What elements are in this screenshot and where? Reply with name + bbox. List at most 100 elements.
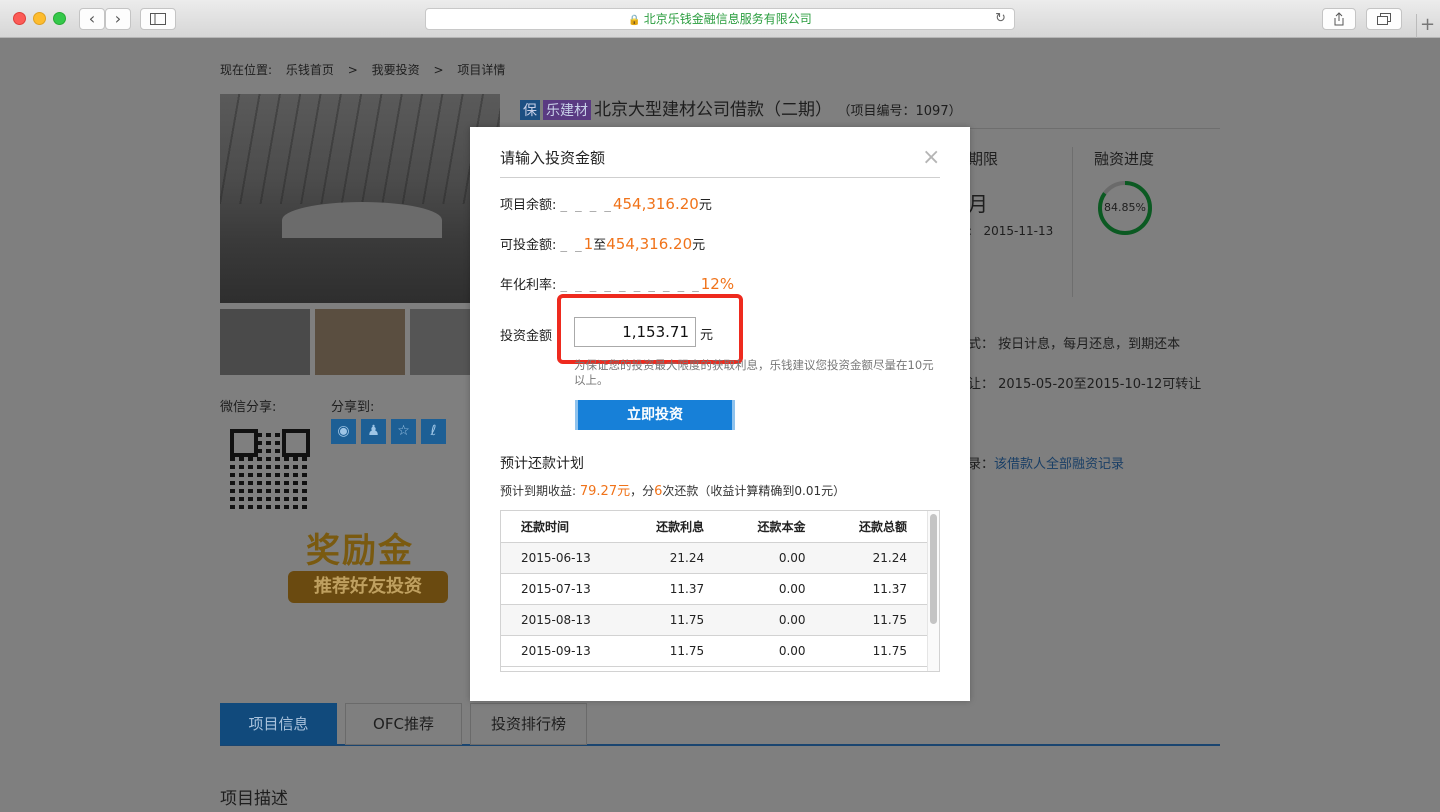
breadcrumb-sep: > <box>433 63 444 77</box>
divider <box>500 177 940 178</box>
guarantee-tag: 保 <box>520 100 540 120</box>
unit: 元 <box>698 198 712 213</box>
rate-row: 年化利率: _ _ _ _ _ _ _ _ _ _12% <box>500 274 734 293</box>
table-row: 2015-06-13 21.24 0.00 21.24 <box>501 542 927 574</box>
rate-value: 12% <box>700 275 735 293</box>
plan-title: 预计还款计划 <box>500 456 584 472</box>
table-cell: 0.00 <box>724 635 826 667</box>
table-header: 还款总额 <box>825 511 927 543</box>
share-to-label: 分享到: <box>331 400 375 415</box>
project-photo <box>220 94 500 303</box>
invest-now-button[interactable]: 立即投资 <box>575 400 735 430</box>
period-label: 期限 <box>968 150 999 168</box>
breadcrumb-invest[interactable]: 我要投资 <box>372 63 420 77</box>
table-cell: 0.00 <box>724 604 826 636</box>
sidebar-icon <box>150 13 166 25</box>
share-button[interactable] <box>1322 8 1356 30</box>
close-icon[interactable]: × <box>922 147 940 169</box>
progress-value: 84.85% <box>1104 201 1146 214</box>
table-cell: 2015-07-13 <box>501 573 623 605</box>
period-value: 月 <box>968 192 988 216</box>
table-row: 2015-08-13 11.75 0.00 11.75 <box>501 604 927 636</box>
thumbnail[interactable] <box>220 309 310 375</box>
photo-thumbnails <box>220 309 470 375</box>
sidebar-button[interactable] <box>140 8 176 30</box>
balance-row: 项目余额: _ _ _ _454,316.20元 <box>500 194 712 213</box>
forward-button[interactable]: › <box>105 8 131 30</box>
qq-icon[interactable]: ♟ <box>361 419 386 444</box>
table-cell: 11.37 <box>825 573 927 605</box>
tab-project-info[interactable]: 项目信息 <box>220 703 337 745</box>
reward-banner[interactable]: 奖励金 推荐好友投资 <box>278 523 450 607</box>
wechat-qr-code <box>230 429 310 509</box>
repayment-method: 式： 按日计息，每月还息，到期还本 <box>968 337 1181 352</box>
project-number: （项目编号：1097） <box>844 104 962 119</box>
repayment-table: 还款时间 还款利息 还款本金 还款总额 2015-06-13 21.24 0.0… <box>500 510 940 672</box>
table-cell: 11.75 <box>825 635 927 667</box>
balance-value: 454,316.20 <box>612 195 699 213</box>
reload-icon[interactable]: ↻ <box>995 9 1006 29</box>
transfer-period: 让： 2015-05-20至2015-10-12可转让 <box>968 377 1202 392</box>
description-title: 项目描述 <box>220 789 288 809</box>
tabs-button[interactable] <box>1366 8 1402 30</box>
invest-modal: 请输入投资金额 × 项目余额: _ _ _ _454,316.20元 可投金额:… <box>470 127 970 701</box>
detail-tabs: 项目信息 OFC推荐 投资排行榜 <box>220 703 1220 746</box>
back-button[interactable]: ‹ <box>79 8 105 30</box>
table-cell: 11.75 <box>622 604 725 636</box>
annotation-highlight-box <box>557 294 743 364</box>
breadcrumb-sep: > <box>347 63 358 77</box>
project-title-row: 保乐建材 北京大型建材公司借款（二期） （项目编号：1097） <box>520 95 962 120</box>
amount-label: 投资金额 <box>500 329 553 344</box>
table-header: 还款利息 <box>622 511 725 543</box>
breadcrumb: 现在位置: 乐钱首页 > 我要投资 > 项目详情 <box>220 61 515 78</box>
table-cell: 2015-09-13 <box>501 635 623 667</box>
table-row: 2015-09-13 11.75 0.00 11.75 <box>501 635 927 667</box>
tab-ranking[interactable]: 投资排行榜 <box>470 703 587 745</box>
thumbnail[interactable] <box>315 309 405 375</box>
leader-dots: _ _ _ _ _ _ _ _ _ _ <box>560 278 701 293</box>
reward-subtitle: 推荐好友投资 <box>288 571 448 603</box>
chevron-left-icon: ‹ <box>88 9 96 28</box>
range-sep: 至 <box>593 238 607 253</box>
breadcrumb-prefix: 现在位置: <box>220 63 273 77</box>
table-cell: 0.00 <box>724 573 826 605</box>
new-tab-button[interactable]: + <box>1416 14 1438 38</box>
star-icon[interactable]: ☆ <box>391 419 416 444</box>
scrollbar-track[interactable] <box>927 511 939 671</box>
table-cell: 2015-08-13 <box>501 604 623 636</box>
weibo-icon[interactable]: ◉ <box>331 419 356 444</box>
tencent-weibo-icon[interactable]: ℓ <box>421 419 446 444</box>
scrollbar-thumb[interactable] <box>930 514 937 624</box>
zoom-window-button[interactable] <box>53 12 66 25</box>
table-header-row: 还款时间 还款利息 还款本金 还款总额 <box>501 511 927 543</box>
table-header: 还款本金 <box>724 511 826 543</box>
table-cell: 11.75 <box>622 635 725 667</box>
table-cell: 0.00 <box>724 542 826 574</box>
plan-summary: 预计到期收益: 79.27元，分6次还款（收益计算精确到0.01元） <box>500 484 846 499</box>
modal-title: 请输入投资金额 <box>500 149 606 167</box>
range-max: 454,316.20 <box>606 235 693 253</box>
minimize-window-button[interactable] <box>33 12 46 25</box>
financing-record-link[interactable]: 该借款人全部融资记录 <box>994 457 1124 472</box>
address-bar[interactable]: 🔒 北京乐钱金融信息服务有限公司 ↻ <box>425 8 1015 30</box>
breadcrumb-home[interactable]: 乐钱首页 <box>286 63 334 77</box>
site-title: 北京乐钱金融信息服务有限公司 <box>643 12 812 26</box>
tab-ofc[interactable]: OFC推荐 <box>345 703 462 745</box>
rate-label: 年化利率: <box>500 278 557 293</box>
share-icons: ◉ ♟ ☆ ℓ <box>331 419 451 444</box>
progress-ring: 84.85% <box>1097 180 1153 236</box>
table-header: 还款时间 <box>501 511 623 543</box>
share-icon <box>1334 12 1344 26</box>
lock-icon: 🔒 <box>628 15 641 26</box>
close-window-button[interactable] <box>13 12 26 25</box>
financing-record: 录：该借款人全部融资记录 <box>968 457 1125 472</box>
wechat-share-label: 微信分享: <box>220 400 277 415</box>
leader-dots: _ _ <box>560 238 584 253</box>
thumbnail[interactable] <box>410 309 470 375</box>
leader-dots: _ _ _ _ <box>560 198 613 213</box>
divider <box>1072 147 1073 297</box>
table-cell: 11.37 <box>622 573 725 605</box>
end-date: : 2015-11-13 <box>968 224 1054 238</box>
table-cell: 2015-06-13 <box>501 542 623 574</box>
reward-title: 奖励金 <box>306 531 414 571</box>
